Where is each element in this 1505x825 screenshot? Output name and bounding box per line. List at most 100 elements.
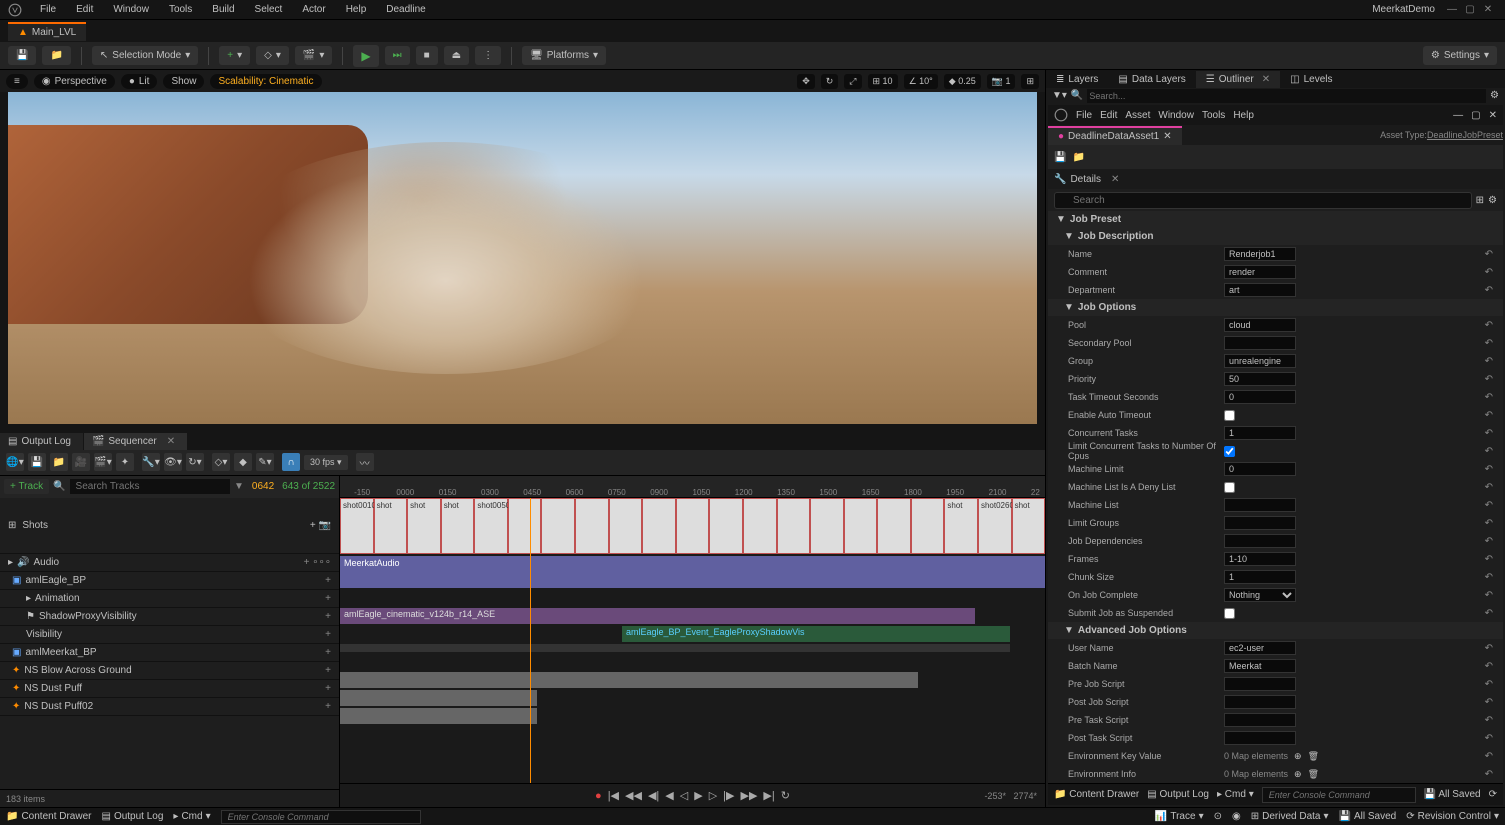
shot-thumb[interactable]: [609, 498, 643, 554]
shot-thumb[interactable]: shot: [441, 498, 475, 554]
shot-thumb[interactable]: shot: [407, 498, 441, 554]
menu-tools[interactable]: Tools: [159, 4, 202, 15]
level-tab-main[interactable]: ▲ Main_LVL: [8, 22, 86, 41]
seq-render-movie-button[interactable]: 🎬▾: [94, 453, 112, 471]
prev-key-button[interactable]: ◀|: [648, 789, 659, 802]
next-key-button[interactable]: |▶: [723, 789, 734, 802]
property-input[interactable]: [1224, 498, 1296, 512]
add-map-icon[interactable]: ⊕: [1294, 751, 1302, 762]
expand-icon[interactable]: ▸: [8, 557, 13, 568]
property-checkbox[interactable]: [1224, 482, 1235, 493]
track-row[interactable]: ▸Animation+: [0, 590, 339, 608]
clear-map-icon[interactable]: 🗑: [1308, 751, 1319, 762]
reset-icon[interactable]: ↶: [1485, 733, 1493, 744]
status-cmd-input[interactable]: [221, 810, 421, 824]
seq-browse-button[interactable]: 📁: [50, 453, 68, 471]
event-clip[interactable]: amlEagle_BP_Event_EagleProxyShadowVis: [622, 626, 1010, 642]
play-reverse-button[interactable]: ◀: [665, 789, 673, 802]
prev-frame-button[interactable]: ◁: [680, 789, 688, 802]
cinematics-button[interactable]: 🎬▾: [295, 46, 332, 65]
add-key-button[interactable]: +: [325, 611, 331, 622]
next-frame-button[interactable]: ▷: [709, 789, 717, 802]
transform-move[interactable]: ✥: [797, 74, 815, 89]
add-key-button[interactable]: +: [325, 665, 331, 676]
stats-icon[interactable]: ◉: [1232, 811, 1241, 822]
add-key-button[interactable]: +: [325, 647, 331, 658]
reset-icon[interactable]: ↶: [1485, 338, 1493, 349]
shot-thumb[interactable]: [676, 498, 710, 554]
add-key-button[interactable]: +: [325, 683, 331, 694]
fx-bar-1[interactable]: [340, 672, 918, 688]
shot-thumb[interactable]: shot: [944, 498, 978, 554]
tab-output-log[interactable]: ▤Output Log: [0, 433, 83, 450]
add-key-button[interactable]: +: [325, 593, 331, 604]
step-back-button[interactable]: ◀◀: [625, 789, 642, 802]
skip-button[interactable]: ⏭: [385, 46, 410, 65]
add-audio-button[interactable]: + ∘∘∘: [304, 557, 331, 568]
playhead[interactable]: [530, 498, 531, 784]
stop-button[interactable]: ■: [416, 46, 438, 65]
menu-file[interactable]: File: [30, 4, 66, 15]
cmd-dropdown[interactable]: ▸ Cmd ▾: [173, 811, 210, 822]
shot-thumb[interactable]: [911, 498, 945, 554]
asset-browse-button[interactable]: 📁: [1072, 152, 1084, 163]
add-track-button[interactable]: + Track: [4, 479, 49, 494]
property-input[interactable]: [1224, 516, 1296, 530]
property-checkbox[interactable]: [1224, 410, 1235, 421]
property-input[interactable]: [1224, 659, 1296, 673]
shot-thumb[interactable]: shot0050: [474, 498, 508, 554]
reset-icon[interactable]: ↶: [1485, 608, 1493, 619]
add-key-button[interactable]: +: [325, 701, 331, 712]
reset-icon[interactable]: ↶: [1485, 590, 1493, 601]
menu-help[interactable]: Help: [336, 4, 377, 15]
play-button[interactable]: ▶: [353, 45, 378, 67]
play-options-button[interactable]: ⋮: [475, 46, 501, 65]
reset-icon[interactable]: ↶: [1485, 428, 1493, 439]
section-advanced[interactable]: ▼ Advanced Job Options: [1048, 622, 1503, 639]
reset-icon[interactable]: ↶: [1485, 356, 1493, 367]
reset-icon[interactable]: ↶: [1485, 769, 1493, 780]
save-button[interactable]: 💾: [8, 46, 36, 65]
menu-build[interactable]: Build: [202, 4, 244, 15]
property-input[interactable]: [1224, 677, 1296, 691]
content-drawer-button[interactable]: 📁 Content Drawer: [6, 811, 91, 822]
all-saved-button[interactable]: 💾 All Saved: [1424, 789, 1481, 800]
all-saved-button[interactable]: 💾 All Saved: [1339, 811, 1397, 822]
output-log-button[interactable]: ▤ Output Log: [1147, 789, 1209, 800]
seq-autokey-button[interactable]: ◆: [234, 453, 252, 471]
seq-key-button[interactable]: ◇▾: [212, 453, 230, 471]
fx-bar-2[interactable]: [340, 690, 537, 706]
add-map-icon[interactable]: ⊕: [1294, 769, 1302, 780]
close-icon[interactable]: ✕: [1111, 174, 1119, 185]
shot-thumb[interactable]: [508, 498, 542, 554]
property-input[interactable]: [1224, 247, 1296, 261]
camera-speed[interactable]: 📷 1: [987, 74, 1016, 89]
track-row[interactable]: Visibility+: [0, 626, 339, 644]
reset-icon[interactable]: ↶: [1485, 697, 1493, 708]
record-button[interactable]: ●: [595, 790, 602, 802]
shots-strip[interactable]: shot0010shotshotshotshot0050shotshot0260…: [340, 498, 1045, 554]
section-job-description[interactable]: ▼ Job Description: [1048, 228, 1503, 245]
property-input[interactable]: [1224, 641, 1296, 655]
reset-icon[interactable]: ↶: [1485, 374, 1493, 385]
close-icon[interactable]: ✕: [167, 436, 175, 447]
shot-thumb[interactable]: shot0010: [340, 498, 374, 554]
asset-close-button[interactable]: ✕: [1489, 110, 1497, 121]
shot-thumb[interactable]: [810, 498, 844, 554]
property-select[interactable]: Nothing: [1224, 588, 1296, 602]
reset-icon[interactable]: ↶: [1485, 500, 1493, 511]
seq-save-button[interactable]: 💾: [28, 453, 46, 471]
property-input[interactable]: [1224, 318, 1296, 332]
shot-thumb[interactable]: [777, 498, 811, 554]
clear-map-icon[interactable]: 🗑: [1308, 769, 1319, 780]
seq-playback-button[interactable]: ↻▾: [186, 453, 204, 471]
reset-icon[interactable]: ↶: [1485, 392, 1493, 403]
seq-render-button[interactable]: 🎥: [72, 453, 90, 471]
shot-thumb[interactable]: [541, 498, 575, 554]
step-fwd-button[interactable]: ▶▶: [740, 789, 757, 802]
menu-actor[interactable]: Actor: [292, 4, 335, 15]
transform-scale[interactable]: ⤢: [844, 74, 861, 89]
expand-icon[interactable]: ▸: [26, 593, 31, 604]
menu-edit[interactable]: Edit: [66, 4, 103, 15]
asset-max-button[interactable]: ▢: [1471, 110, 1480, 121]
